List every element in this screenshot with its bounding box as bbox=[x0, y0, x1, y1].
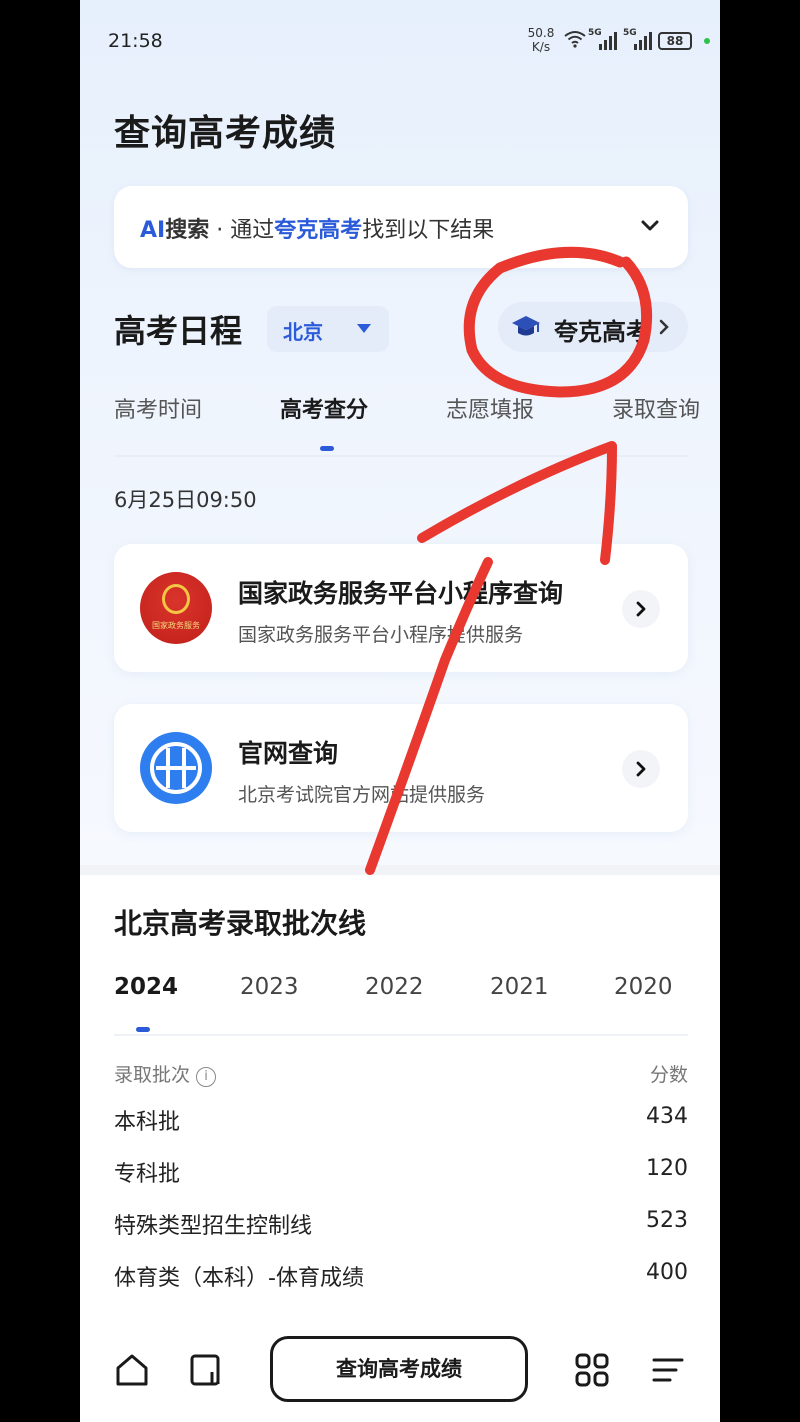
schedule-title: 高考日程 bbox=[114, 312, 243, 350]
card-subtitle: 北京考试院官方网站提供服务 bbox=[238, 784, 486, 806]
table-row: 专科批 120 bbox=[114, 1156, 688, 1190]
schedule-tabs: 高考时间 高考查分 志愿填报 录取查询 bbox=[114, 392, 720, 432]
chevron-down-icon[interactable] bbox=[636, 212, 664, 240]
batch-name: 本科批 bbox=[114, 1110, 181, 1135]
chevron-right-icon bbox=[654, 316, 674, 338]
score-release-date: 6月25日09:50 bbox=[114, 488, 257, 512]
batch-name: 特殊类型招生控制线 bbox=[114, 1214, 313, 1239]
chevron-right-icon[interactable] bbox=[622, 590, 660, 628]
net-speed-value: 50.8 bbox=[527, 26, 555, 40]
tab-rail bbox=[114, 455, 688, 457]
ai-search-summary[interactable]: AI搜索 · 通过夸克高考找到以下结果 bbox=[114, 186, 688, 268]
national-emblem-icon bbox=[162, 584, 190, 614]
official-site-card[interactable]: 官网查询 北京考试院官方网站提供服务 bbox=[114, 704, 688, 832]
batch-score: 400 bbox=[646, 1260, 688, 1285]
table-header: 录取批次 i 分数 bbox=[114, 1060, 688, 1088]
gov-emblem-logo: 国家政务服务 bbox=[140, 572, 212, 644]
quark-gaokao-label: 夸克高考 bbox=[554, 318, 650, 346]
year-tab-2024[interactable]: 2024 bbox=[114, 974, 178, 1000]
batch-score: 120 bbox=[646, 1156, 688, 1181]
section-divider bbox=[80, 865, 720, 875]
year-tab-2020[interactable]: 2020 bbox=[614, 974, 673, 1000]
table-row: 本科批 434 bbox=[114, 1104, 688, 1138]
home-icon[interactable] bbox=[114, 1352, 150, 1388]
batch-name: 体育类（本科）-体育成绩 bbox=[114, 1266, 364, 1291]
info-icon[interactable]: i bbox=[196, 1067, 217, 1087]
column-batch-label: 录取批次 bbox=[114, 1064, 191, 1086]
ai-middle-text: · 通过 bbox=[209, 218, 275, 243]
card-title: 官网查询 bbox=[238, 739, 339, 768]
caret-down-icon bbox=[357, 324, 371, 333]
wifi-icon bbox=[564, 31, 586, 48]
tab-application[interactable]: 志愿填报 bbox=[446, 392, 534, 424]
year-tab-2022[interactable]: 2022 bbox=[365, 974, 424, 1000]
ai-search-text: AI搜索 · 通过夸克高考找到以下结果 bbox=[140, 212, 494, 244]
net-speed: 50.8 K/s bbox=[524, 26, 558, 54]
batch-score: 434 bbox=[646, 1104, 688, 1129]
card-title: 国家政务服务平台小程序查询 bbox=[238, 579, 564, 608]
phone-screen: 21:58 50.8 K/s 5G 5G 88 查询高考成绩 AI搜索 · 通过… bbox=[80, 0, 720, 1422]
search-bar-button[interactable]: 查询高考成绩 bbox=[270, 1336, 528, 1402]
column-batch: 录取批次 i bbox=[114, 1060, 217, 1087]
year-tabs: 2024 2023 2022 2021 2020 bbox=[114, 974, 688, 1008]
cutoff-title: 北京高考录取批次线 bbox=[114, 907, 367, 940]
table-row: 特殊类型招生控制线 523 bbox=[114, 1208, 688, 1242]
ai-search-label: 搜索 bbox=[165, 218, 210, 243]
tab-active-indicator bbox=[320, 446, 334, 451]
apps-grid-icon[interactable] bbox=[574, 1352, 610, 1388]
status-time: 21:58 bbox=[108, 30, 163, 52]
net-speed-unit: K/s bbox=[531, 40, 551, 54]
region-select[interactable]: 北京 bbox=[267, 306, 389, 352]
ai-label: AI bbox=[140, 218, 166, 243]
status-dot bbox=[704, 38, 710, 44]
table-row: 体育类（本科）-体育成绩 400 bbox=[114, 1260, 688, 1294]
bottom-toolbar: 查询高考成绩 bbox=[80, 1318, 720, 1422]
battery-icon: 88 bbox=[658, 32, 692, 50]
tabs-icon[interactable] bbox=[188, 1352, 224, 1388]
year-rail bbox=[114, 1034, 688, 1036]
gov-platform-card[interactable]: 国家政务服务 国家政务服务平台小程序查询 国家政务服务平台小程序提供服务 bbox=[114, 544, 688, 672]
region-select-value: 北京 bbox=[283, 320, 323, 344]
signal-bars-icon-2 bbox=[634, 32, 652, 50]
year-tab-2021[interactable]: 2021 bbox=[490, 974, 549, 1000]
menu-icon[interactable] bbox=[650, 1352, 686, 1388]
status-bar: 21:58 50.8 K/s 5G 5G 88 bbox=[80, 0, 720, 80]
tab-exam-time[interactable]: 高考时间 bbox=[114, 392, 202, 424]
page-title: 查询高考成绩 bbox=[114, 113, 337, 154]
ai-source-link[interactable]: 夸克高考 bbox=[274, 218, 362, 243]
graduation-cap-icon bbox=[512, 316, 540, 336]
signal-bars-icon bbox=[599, 32, 617, 50]
batch-name: 专科批 bbox=[114, 1162, 181, 1187]
column-score: 分数 bbox=[649, 1064, 688, 1086]
tab-score-query[interactable]: 高考查分 bbox=[280, 392, 368, 424]
card-subtitle: 国家政务服务平台小程序提供服务 bbox=[238, 624, 524, 646]
gov-logo-caption: 国家政务服务 bbox=[152, 621, 200, 630]
quark-gaokao-button[interactable]: 夸克高考 bbox=[498, 302, 688, 352]
ai-suffix-text: 找到以下结果 bbox=[362, 218, 495, 243]
year-tab-2023[interactable]: 2023 bbox=[240, 974, 299, 1000]
tab-admission-query[interactable]: 录取查询 bbox=[612, 392, 700, 424]
official-site-logo bbox=[140, 732, 212, 804]
globe-icon bbox=[150, 742, 202, 794]
batch-score: 523 bbox=[646, 1208, 688, 1233]
year-active-indicator bbox=[136, 1027, 150, 1032]
chevron-right-icon[interactable] bbox=[622, 750, 660, 788]
